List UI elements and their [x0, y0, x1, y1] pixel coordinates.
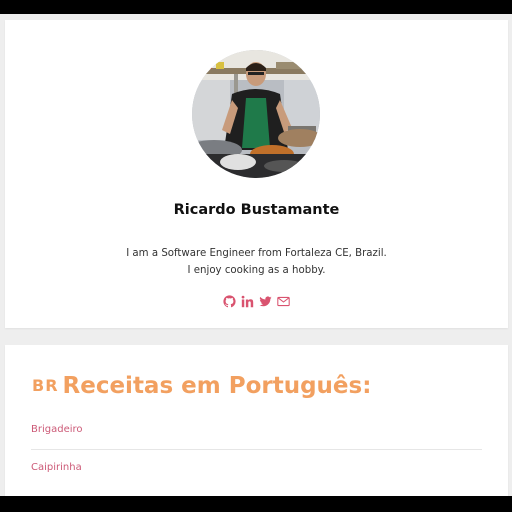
- profile-name: Ricardo Bustamante: [173, 202, 340, 218]
- github-link[interactable]: [222, 294, 237, 309]
- linkedin-icon: [241, 295, 254, 308]
- github-icon: [223, 295, 236, 308]
- profile-card: Ricardo Bustamante I am a Software Engin…: [5, 20, 508, 328]
- twitter-link[interactable]: [258, 294, 273, 309]
- bio-line-2: I enjoy cooking as a hobby.: [187, 265, 326, 276]
- twitter-icon: [259, 296, 272, 307]
- recipes-title: BR Receitas em Português:: [32, 373, 371, 399]
- list-item: Brigadeiro: [31, 420, 482, 450]
- recipe-list: Brigadeiro Caipirinha: [31, 420, 482, 480]
- recipes-title-text: Receitas em Português:: [62, 373, 372, 399]
- brazil-flag-icon: BR: [32, 376, 59, 395]
- social-links: [5, 294, 508, 309]
- email-icon: [277, 296, 290, 307]
- recipe-link-caipirinha[interactable]: Caipirinha: [31, 462, 82, 473]
- list-item: Caipirinha: [31, 450, 482, 480]
- page: Ricardo Bustamante I am a Software Engin…: [0, 14, 512, 496]
- linkedin-link[interactable]: [240, 294, 255, 309]
- bio-line-1: I am a Software Engineer from Fortaleza …: [126, 248, 387, 259]
- recipe-link-brigadeiro[interactable]: Brigadeiro: [31, 424, 83, 435]
- email-link[interactable]: [276, 294, 291, 309]
- avatar: [192, 50, 320, 178]
- profile-bio: I am a Software Engineer from Fortaleza …: [5, 245, 508, 279]
- recipes-card: BR Receitas em Português: Brigadeiro Caip…: [5, 345, 508, 496]
